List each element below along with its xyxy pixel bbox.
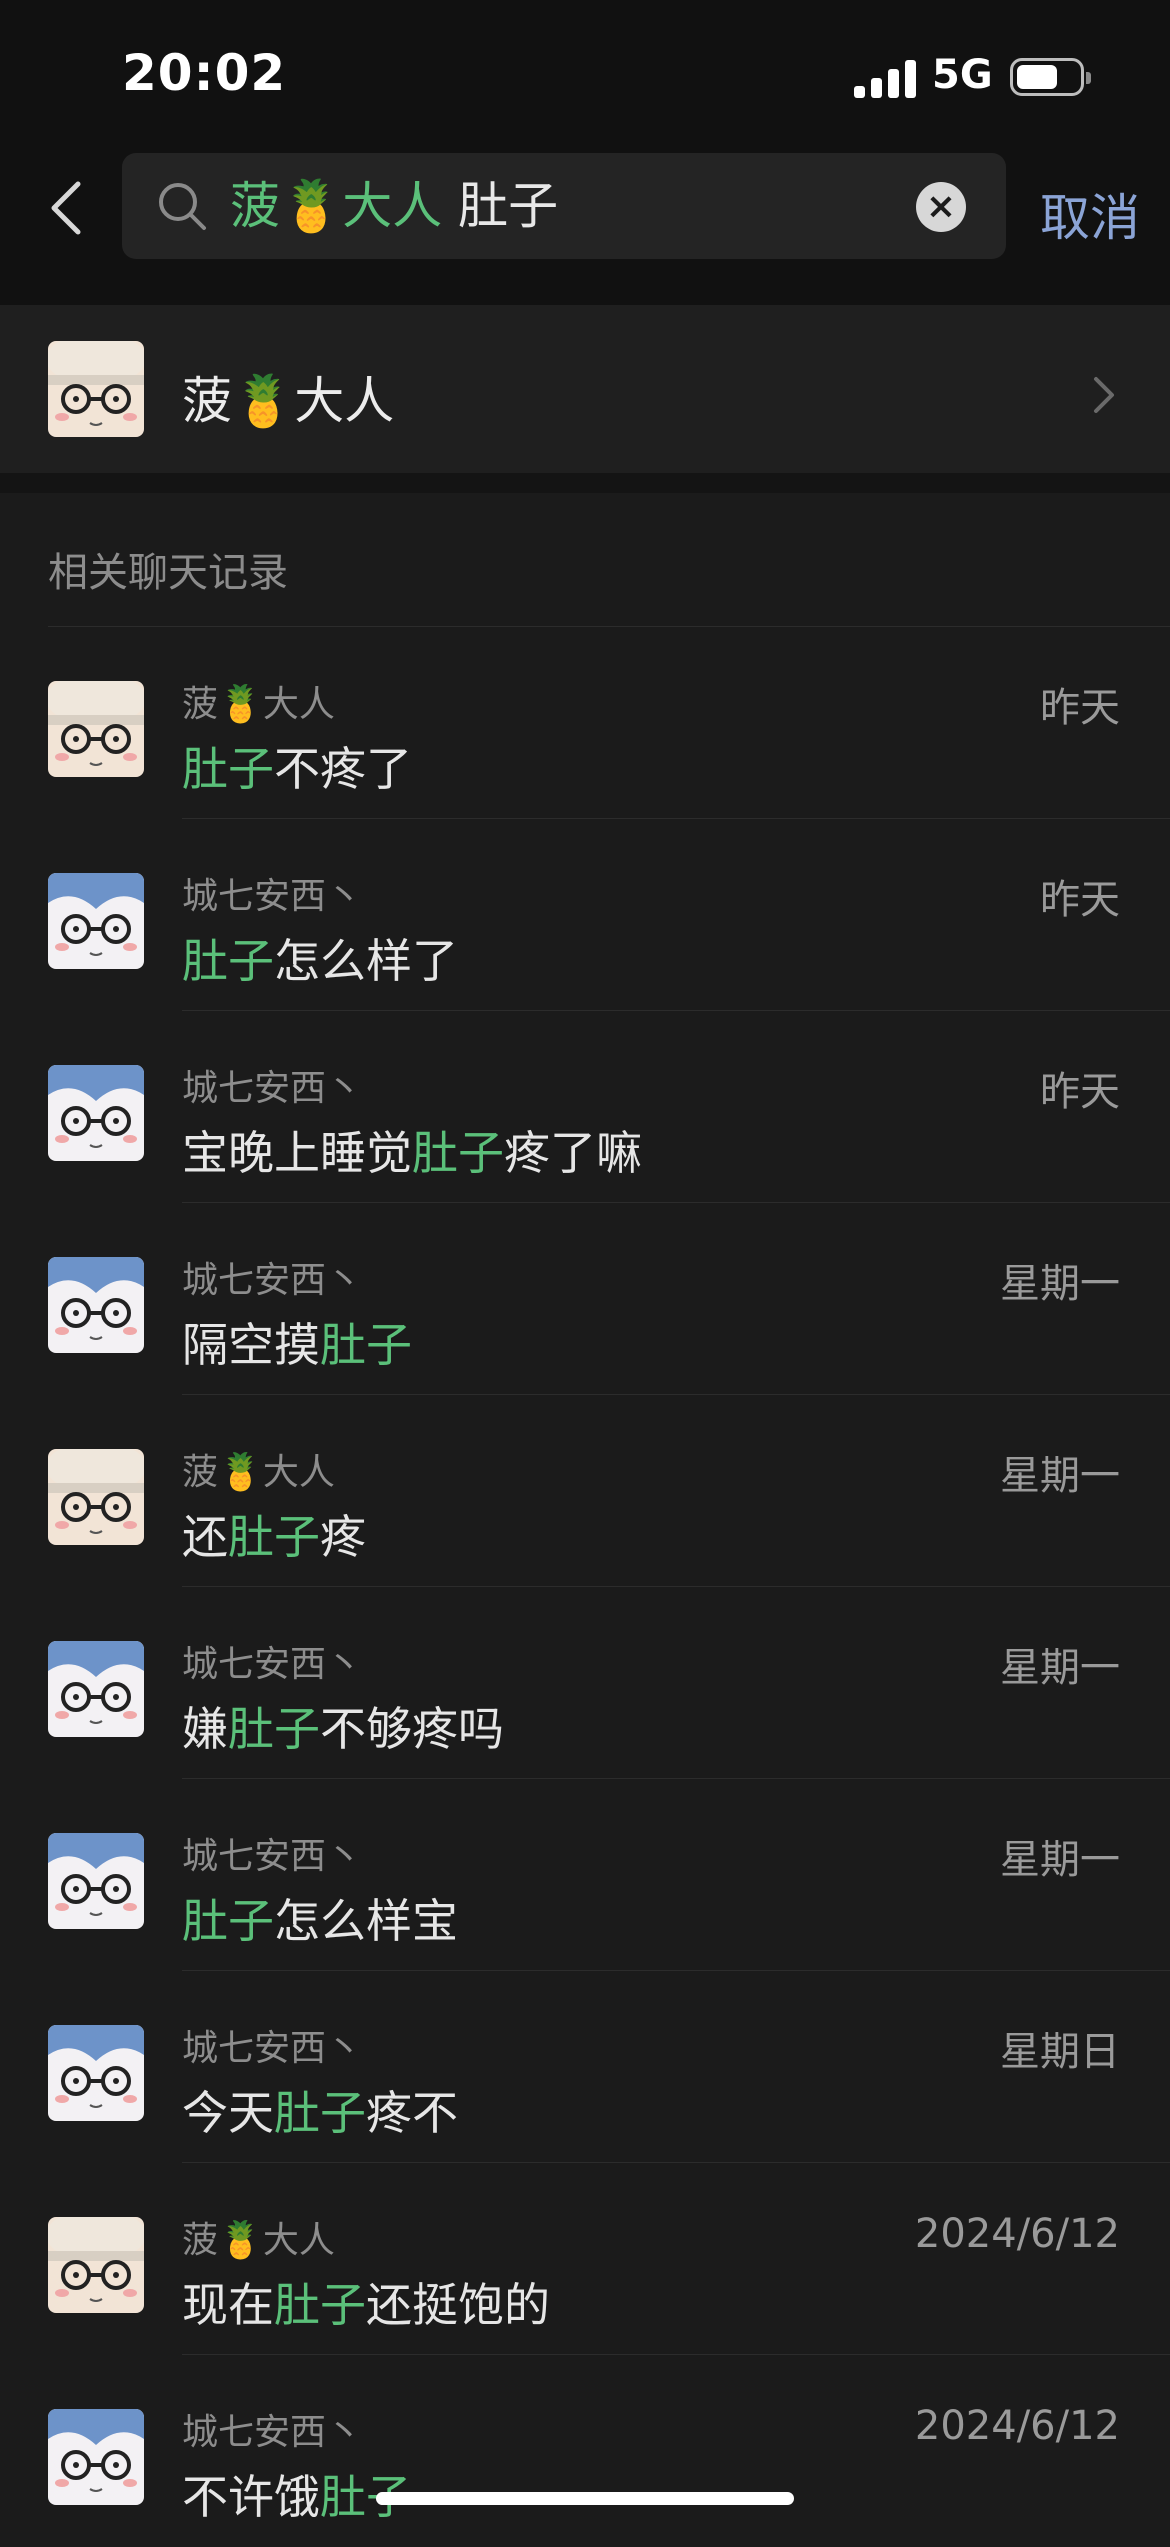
chevron-right-icon (1094, 377, 1114, 413)
chat-result-item[interactable]: 菠🍍大人 2024/6/12 现在肚子还挺饱的 (0, 2163, 1170, 2355)
avatar (48, 2025, 144, 2121)
sender-name: 菠🍍大人 (182, 1452, 335, 1493)
snippet-after: 还挺饱的 (366, 2278, 550, 2332)
chat-result-item[interactable]: 菠🍍大人 昨天肚子不疼了 (0, 627, 1170, 819)
message-time: 星期一 (1000, 1837, 1120, 1883)
snippet-after: 不疼了 (274, 742, 412, 796)
sender-name: 城七安西丶 (182, 2412, 363, 2453)
avatar (48, 1641, 144, 1737)
avatar (48, 1833, 144, 1929)
chat-result-item[interactable]: 城七安西丶 昨天宝晚上睡觉肚子疼了嘛 (0, 1011, 1170, 1203)
message-time: 2024/6/12 (914, 2403, 1120, 2449)
snippet-before: 不许饿 (182, 2470, 320, 2524)
avatar (48, 873, 144, 969)
message-time: 昨天 (1040, 685, 1120, 731)
message-snippet: 肚子怎么样宝 (182, 1885, 458, 1951)
message-time: 昨天 (1040, 877, 1120, 923)
avatar (48, 2409, 144, 2505)
message-snippet: 肚子不疼了 (182, 733, 412, 799)
message-time: 昨天 (1040, 1069, 1120, 1115)
snippet-after: 疼 (320, 1510, 366, 1564)
sender-name: 城七安西丶 (182, 876, 363, 917)
chat-result-item[interactable]: 城七安西丶 星期一嫌肚子不够疼吗 (0, 1587, 1170, 1779)
sender-name: 菠🍍大人 (182, 684, 335, 725)
snippet-before: 宝晚上睡觉 (182, 1126, 412, 1180)
snippet-before: 隔空摸 (182, 1318, 320, 1372)
message-snippet: 现在肚子还挺饱的 (182, 2269, 550, 2335)
snippet-before: 今天 (182, 2086, 274, 2140)
message-snippet: 今天肚子疼不 (182, 2077, 458, 2143)
sender-name: 菠🍍大人 (182, 2220, 335, 2261)
avatar (48, 341, 144, 437)
search-keyword: 肚子 (442, 177, 559, 235)
avatar (48, 2217, 144, 2313)
search-input[interactable]: 菠🍍大人 肚子 × (122, 153, 1006, 259)
chat-result-item[interactable]: 城七安西丶 昨天肚子怎么样了 (0, 819, 1170, 1011)
clear-icon[interactable]: × (916, 182, 966, 232)
message-snippet: 宝晚上睡觉肚子疼了嘛 (182, 1117, 642, 1183)
chat-result-item[interactable]: 菠🍍大人 星期一还肚子疼 (0, 1395, 1170, 1587)
chat-result-item[interactable]: 城七安西丶 2024/6/12 不许饿肚子 (0, 2355, 1170, 2547)
sender-name: 城七安西丶 (182, 2028, 363, 2069)
section-gap (0, 473, 1170, 493)
snippet-match: 肚子 (182, 934, 274, 988)
message-time: 星期一 (1000, 1453, 1120, 1499)
contact-row[interactable]: 菠🍍大人 (0, 305, 1170, 473)
signal-icon (854, 58, 916, 98)
home-indicator[interactable] (376, 2492, 794, 2505)
back-icon[interactable] (46, 180, 90, 236)
cancel-button[interactable]: 取消 (1040, 178, 1140, 250)
message-snippet: 还肚子疼 (182, 1501, 366, 1567)
section-title: 相关聊天记录 (48, 550, 288, 596)
avatar (48, 1257, 144, 1353)
snippet-match: 肚子 (182, 742, 274, 796)
snippet-before: 现在 (182, 2278, 274, 2332)
snippet-match: 肚子 (182, 1894, 274, 1948)
snippet-after: 怎么样宝 (274, 1894, 458, 1948)
message-time: 2024/6/12 (914, 2211, 1120, 2257)
avatar (48, 1065, 144, 1161)
snippet-match: 肚子 (412, 1126, 504, 1180)
status-time: 20:02 (122, 44, 287, 102)
sender-name: 城七安西丶 (182, 1644, 363, 1685)
search-icon (159, 183, 206, 230)
top-bar: 20:02 5G 菠🍍大人 肚子 × 取消 (0, 0, 1170, 305)
message-snippet: 嫌肚子不够疼吗 (182, 1693, 504, 1759)
snippet-match: 肚子 (320, 1318, 412, 1372)
search-query: 菠🍍大人 肚子 (230, 177, 558, 235)
battery-icon (1010, 58, 1091, 96)
network-label: 5G (932, 52, 993, 98)
sender-name: 城七安西丶 (182, 1260, 363, 1301)
search-contact-tag: 菠🍍大人 (230, 177, 443, 235)
snippet-after: 疼不 (366, 2086, 458, 2140)
snippet-after: 怎么样了 (274, 934, 458, 988)
avatar (48, 1449, 144, 1545)
chat-result-item[interactable]: 城七安西丶 星期一肚子怎么样宝 (0, 1779, 1170, 1971)
contact-name: 菠🍍大人 (182, 372, 395, 430)
snippet-before: 还 (182, 1510, 228, 1564)
message-snippet: 肚子怎么样了 (182, 925, 458, 991)
sender-name: 城七安西丶 (182, 1836, 363, 1877)
message-time: 星期一 (1000, 1645, 1120, 1691)
snippet-match: 肚子 (228, 1702, 320, 1756)
chat-result-item[interactable]: 城七安西丶 星期一隔空摸肚子 (0, 1203, 1170, 1395)
sender-name: 城七安西丶 (182, 1068, 363, 1109)
chat-result-item[interactable]: 城七安西丶 星期日今天肚子疼不 (0, 1971, 1170, 2163)
avatar (48, 681, 144, 777)
message-time: 星期一 (1000, 1261, 1120, 1307)
snippet-match: 肚子 (274, 2278, 366, 2332)
message-time: 星期日 (1000, 2029, 1120, 2075)
snippet-after: 不够疼吗 (320, 1702, 504, 1756)
snippet-match: 肚子 (228, 1510, 320, 1564)
snippet-match: 肚子 (274, 2086, 366, 2140)
snippet-after: 疼了嘛 (504, 1126, 642, 1180)
message-snippet: 隔空摸肚子 (182, 1309, 412, 1375)
snippet-before: 嫌 (182, 1702, 228, 1756)
